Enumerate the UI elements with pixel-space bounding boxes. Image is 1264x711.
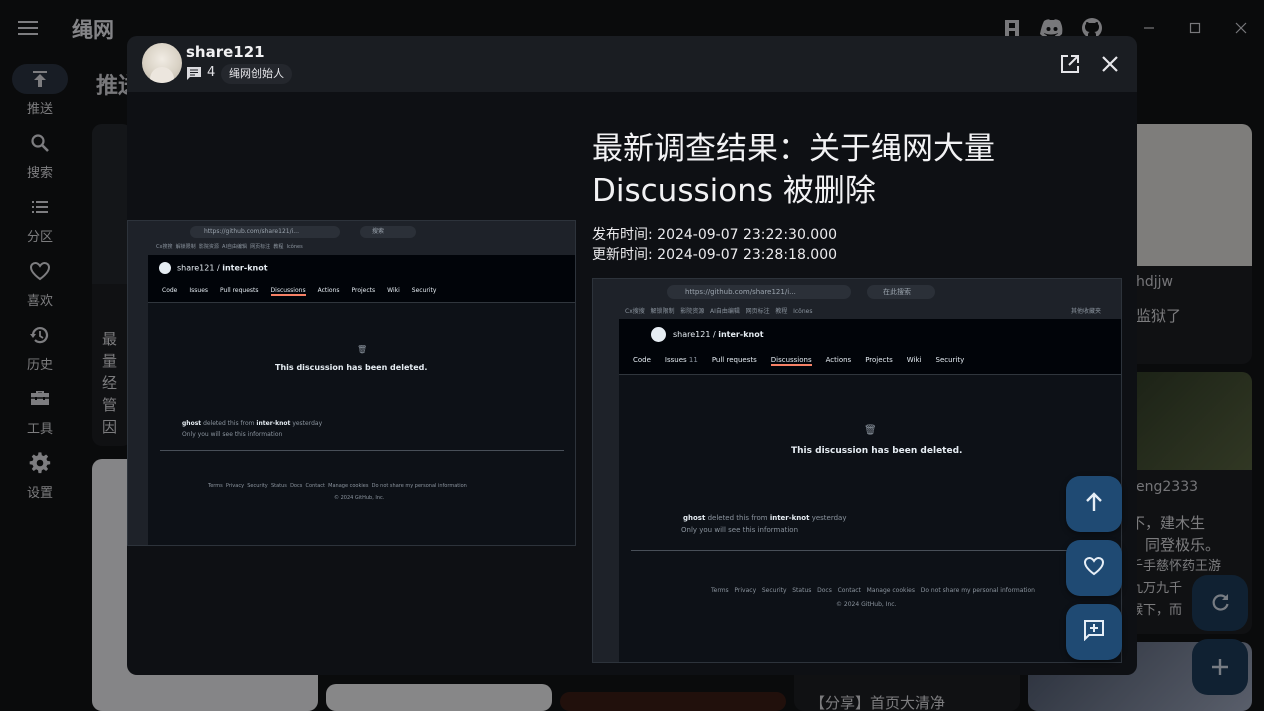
deleted-message: This discussion has been deleted. — [791, 446, 963, 456]
tab-code[interactable]: Code — [162, 287, 177, 296]
tab-actions[interactable]: Actions — [318, 287, 340, 296]
bookmarks-bar: Cx搜搜 解锁限制 影院资源 AI自由编辑 网页标注 教程 Icônes — [625, 308, 813, 315]
browser-search: 搜索 — [360, 226, 416, 238]
url-bar: https://github.com/share121/i... — [190, 226, 340, 238]
browser-search: 在此搜索 — [867, 285, 935, 299]
author-name[interactable]: share121 — [186, 43, 265, 61]
heart-icon — [1083, 556, 1105, 580]
post-detail-dialog: share121 4 绳网创始人 https://github.com/shar… — [127, 36, 1137, 675]
repo-tabs: Code Issues Pull requests Discussions Ac… — [162, 287, 436, 296]
role-badge: 绳网创始人 — [221, 64, 292, 84]
tab-security[interactable]: Security — [412, 287, 437, 296]
post-image[interactable]: https://github.com/share121/i... 在此搜索 Cx… — [592, 278, 1122, 663]
updated-time: 更新时间: 2024-09-07 23:28:18.000 — [592, 247, 838, 263]
tab-security[interactable]: Security — [936, 356, 965, 366]
published-time: 发布时间: 2024-09-07 23:22:30.000 — [592, 227, 838, 243]
copyright: © 2024 GitHub, Inc. — [334, 495, 385, 501]
repo-path: share121 / inter-knot — [651, 327, 764, 342]
dialog-header: share121 4 绳网创始人 — [127, 36, 1137, 92]
timeline-event: ghost deleted this from inter-knot yeste… — [683, 514, 847, 522]
repo-path: share121 / inter-knot — [159, 262, 268, 274]
timeline-event: ghost deleted this from inter-knot yeste… — [182, 420, 323, 427]
comment-count: 4 — [207, 65, 216, 80]
copyright: © 2024 GitHub, Inc. — [836, 601, 897, 608]
tab-issues[interactable]: Issues — [189, 287, 208, 296]
tab-actions[interactable]: Actions — [826, 356, 852, 366]
tab-wiki[interactable]: Wiki — [907, 356, 922, 366]
footer-links: Terms Privacy Security Status Docs Conta… — [711, 587, 1035, 594]
tab-pull-requests[interactable]: Pull requests — [220, 287, 259, 296]
trash-icon: 🗑 — [864, 425, 877, 436]
trash-icon: 🗑 — [357, 345, 368, 354]
tab-wiki[interactable]: Wiki — [387, 287, 400, 296]
event-note: Only you will see this information — [182, 431, 283, 438]
tab-projects[interactable]: Projects — [352, 287, 376, 296]
comment-icon — [186, 66, 202, 86]
comment-add-icon — [1083, 619, 1105, 645]
arrow-up-icon — [1083, 491, 1105, 517]
tab-discussions[interactable]: Discussions — [770, 356, 812, 366]
tab-discussions[interactable]: Discussions — [270, 287, 306, 296]
footer-links: Terms Privacy Security Status Docs Conta… — [208, 483, 467, 489]
deleted-message: This discussion has been deleted. — [275, 363, 428, 372]
scroll-top-button[interactable] — [1066, 476, 1122, 532]
avatar[interactable] — [142, 43, 182, 83]
tab-projects[interactable]: Projects — [865, 356, 893, 366]
tab-code[interactable]: Code — [633, 356, 651, 366]
cover-image[interactable]: https://github.com/share121/i... 搜索 Cx搜搜… — [127, 220, 576, 546]
bookmark-folder: 其他收藏夹 — [1071, 308, 1102, 315]
repo-tabs: Code Issues 11 Pull requests Discussions… — [633, 356, 964, 366]
bookmarks-bar: Cx搜搜 解锁限制 影院资源 AI自由编辑 网页标注 教程 Icônes — [156, 244, 303, 250]
open-external-icon[interactable] — [1056, 50, 1084, 78]
like-button[interactable] — [1066, 540, 1122, 596]
event-note: Only you will see this information — [681, 526, 799, 534]
close-dialog-icon[interactable] — [1096, 50, 1124, 78]
add-comment-button[interactable] — [1066, 604, 1122, 660]
url-bar: https://github.com/share121/i... — [667, 285, 851, 299]
tab-pull-requests[interactable]: Pull requests — [712, 356, 757, 366]
post-title: 最新调查结果：关于绳网大量 Discussions 被删除 — [592, 131, 995, 209]
tab-issues[interactable]: Issues 11 — [665, 356, 698, 366]
